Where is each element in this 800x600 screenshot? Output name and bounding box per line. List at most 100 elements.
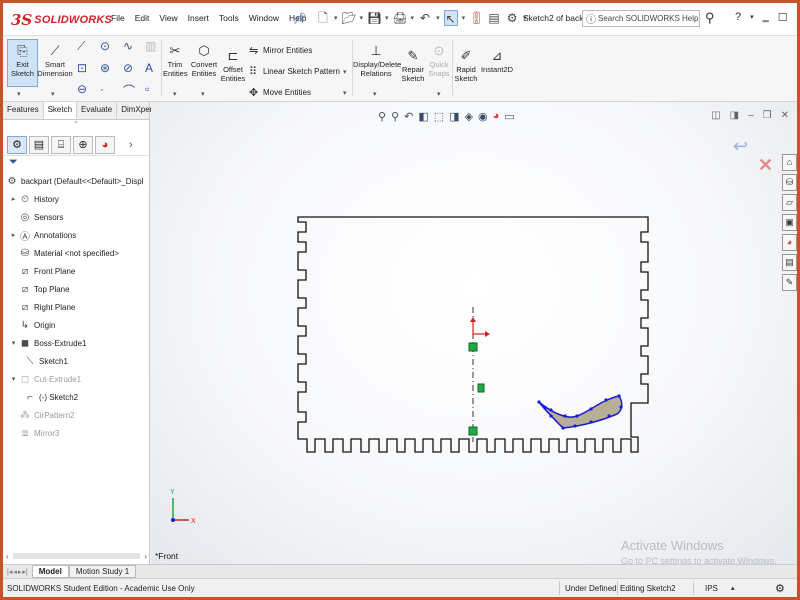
collapse-icon[interactable]: ▾ (9, 339, 18, 347)
display-delete-relations-button[interactable]: ⊥ Display/Delete Relations (353, 43, 401, 78)
prev-tab-icon[interactable]: ◂ (13, 568, 17, 576)
quick-snaps-button[interactable]: ⊙ Quick Snaps (428, 43, 450, 78)
repair-sketch-button[interactable]: ✎ Repair Sketch (401, 48, 425, 83)
vertical-relation-icon[interactable] (477, 383, 485, 393)
tab-sketch[interactable]: Sketch (43, 102, 78, 119)
scroll-left-icon[interactable]: ‹ (6, 552, 9, 561)
tree-item-right-plane[interactable]: ⧄ Right Plane (5, 298, 149, 316)
next-tab-icon[interactable]: ▸ (18, 568, 22, 576)
scroll-right-icon[interactable]: › (144, 552, 147, 561)
tab-motion-study-1[interactable]: Motion Study 1 (68, 565, 137, 578)
panel-grip-icon[interactable]: ⌃ (3, 120, 149, 134)
print-icon[interactable]: 🖨︎ (393, 10, 408, 26)
undo-icon[interactable]: ↶ (418, 10, 432, 26)
tree-item-front-plane[interactable]: ⧄ Front Plane (5, 262, 149, 280)
rebuild-icon[interactable]: 🚦︎ (469, 10, 484, 26)
property-manager-icon[interactable]: ▤ (29, 135, 49, 154)
last-tab-icon[interactable]: ▸| (22, 568, 27, 576)
search-icon[interactable]: ⚲ (705, 10, 715, 26)
tab-evaluate[interactable]: Evaluate (77, 102, 118, 119)
pin-icon[interactable]: 📌︎ (293, 12, 307, 25)
instant2d-button[interactable]: ⊿ Instant2D (480, 48, 514, 75)
snaps-dropdown-icon[interactable]: ▾ (437, 90, 441, 98)
sketch-profile[interactable] (538, 395, 623, 429)
move-entities-button[interactable]: Move Entities (263, 88, 311, 97)
tree-item-cirpattern2[interactable]: ⁂ CirPattern2 (5, 406, 149, 424)
fillet-icon[interactable]: ⌒ (123, 82, 135, 99)
configuration-manager-icon[interactable]: ⌸ (51, 135, 71, 154)
trim-dropdown-icon[interactable]: ▾ (173, 90, 177, 98)
coincident-relation-icon[interactable] (468, 342, 478, 352)
plane-tool-icon[interactable]: ▥ (145, 39, 156, 53)
units-selector[interactable]: IPS (705, 584, 718, 593)
file-properties-icon[interactable]: ▤ (487, 10, 501, 26)
tree-item-material[interactable]: ⛁ Material <not specified> (5, 244, 149, 262)
rectangle-icon[interactable]: ⊡ (77, 61, 87, 75)
minimize-icon[interactable]: ‗ (763, 11, 769, 24)
panel-horizontal-scrollbar[interactable]: ‹ › (3, 550, 150, 562)
search-help-input[interactable]: ⓘ Search SOLIDWORKS Help (582, 10, 700, 27)
tab-features[interactable]: Features (3, 102, 44, 119)
tree-item-sketch2[interactable]: ⌐ (-) Sketch2 (5, 388, 149, 406)
relations-dropdown-icon[interactable]: ▾ (373, 90, 377, 98)
menu-view[interactable]: View (159, 13, 177, 23)
menu-insert[interactable]: Insert (188, 13, 209, 23)
dimension-dropdown-icon[interactable]: ▾ (51, 90, 55, 98)
tree-item-sketch1[interactable]: ⟍ Sketch1 (5, 352, 149, 370)
tree-item-boss-extrude1[interactable]: ▾ ◼ Boss-Extrude1 (5, 334, 149, 352)
polygon-icon[interactable]: ⊖ (77, 82, 87, 96)
tree-item-sensors[interactable]: ◎ Sensors (5, 208, 149, 226)
graphics-area[interactable]: ⚲ ⚲ ↶ ◧ ⬚ ◨ ◈ ◉ ◕ ▭ ◫ ◨ – ❐ ✕ ↩ ✕ ⌂ ⛁ ▱ … (151, 102, 797, 566)
menu-window[interactable]: Window (249, 13, 279, 23)
coincident-relation-icon[interactable] (468, 426, 478, 436)
sketch-canvas[interactable]: X Y (151, 102, 797, 564)
convert-dropdown-icon[interactable]: ▾ (201, 90, 205, 98)
help-icon[interactable]: ? (735, 11, 741, 24)
expand-icon[interactable]: ▸ (9, 231, 18, 239)
collapse-icon[interactable]: ▾ (9, 375, 18, 383)
menu-file[interactable]: File (111, 13, 125, 23)
feature-manager-icon[interactable]: ⚙ (7, 135, 27, 154)
tree-item-history[interactable]: ▸ ⏲ History (5, 190, 149, 208)
slot-icon[interactable]: ⊛ (100, 61, 110, 75)
tree-item-origin[interactable]: ↳ Origin (5, 316, 149, 334)
circle-icon[interactable]: ⊙ (100, 39, 110, 53)
select-icon[interactable]: ↖ (443, 10, 458, 26)
move-dropdown-icon[interactable]: ▾ (343, 89, 347, 97)
scroll-track[interactable] (12, 553, 141, 559)
line-icon[interactable]: ⟋ (77, 39, 85, 54)
exit-dropdown-icon[interactable]: ▾ (17, 90, 21, 98)
options-icon[interactable]: ⚙ (505, 10, 519, 26)
ellipse-icon[interactable]: ⊘ (123, 61, 133, 75)
trim-entities-button[interactable]: ✂ Trim Entities (163, 43, 188, 78)
open-icon[interactable]: 📂︎ (342, 10, 357, 26)
point-icon[interactable]: · (100, 82, 104, 96)
chevron-right-icon[interactable]: › (129, 139, 133, 151)
rebuild-status-icon[interactable]: ⚙ (775, 582, 785, 595)
tree-root[interactable]: ⚙ backpart (Default<<Default>_Displ (5, 172, 149, 190)
offset-entities-button[interactable]: ⊏ Offset Entities (220, 48, 246, 83)
pattern-dropdown-icon[interactable]: ▾ (343, 68, 347, 76)
filter-icon[interactable]: ⏷ (3, 156, 149, 172)
mirror-entities-button[interactable]: Mirror Entities (263, 46, 312, 55)
smart-dimension-button[interactable]: ⟋ Smart Dimension (37, 43, 73, 78)
tree-item-annotations[interactable]: ▸ Ⓐ Annotations (5, 226, 149, 244)
help-dropdown-icon[interactable]: ▾ (750, 13, 754, 24)
save-icon[interactable]: 💾︎ (367, 10, 382, 26)
text-tool-icon[interactable]: A (145, 61, 153, 75)
exit-sketch-button[interactable]: ⎘ Exit Sketch (7, 43, 38, 78)
tree-item-mirror3[interactable]: ⧈ Mirror3 (5, 424, 149, 442)
maximize-icon[interactable]: ☐ (778, 11, 788, 24)
point-grid-icon[interactable]: ▫ (145, 82, 149, 96)
linear-sketch-pattern-button[interactable]: Linear Sketch Pattern (263, 67, 340, 76)
units-dropdown-icon[interactable]: ▴ (731, 584, 735, 592)
new-document-icon[interactable]: 🗋 (316, 10, 330, 26)
spline-icon[interactable]: ∿ (123, 39, 133, 53)
convert-entities-button[interactable]: ⬡ Convert Entities (189, 43, 219, 78)
tab-model[interactable]: Model (31, 565, 69, 578)
tree-item-top-plane[interactable]: ⧄ Top Plane (5, 280, 149, 298)
dimxpert-manager-icon[interactable]: ⊕ (73, 135, 93, 154)
menu-tools[interactable]: Tools (219, 13, 239, 23)
expand-icon[interactable]: ▸ (9, 195, 18, 203)
first-tab-icon[interactable]: |◂ (7, 568, 12, 576)
